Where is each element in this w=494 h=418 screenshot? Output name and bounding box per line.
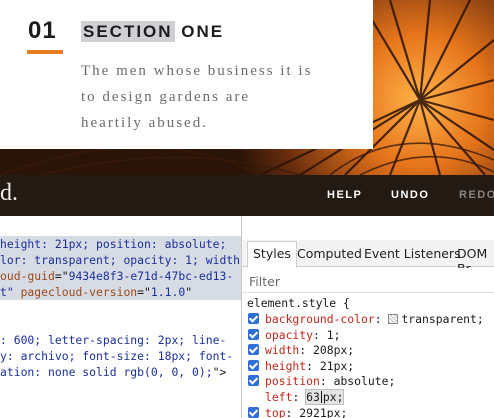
editor-toolbar: d. HELP UNDO REDO xyxy=(0,175,494,216)
dom-node-line[interactable] xyxy=(0,316,7,332)
code-token: ation: none solid rgb(0, 0, 0); xyxy=(0,365,213,379)
code-token: " xyxy=(185,285,193,299)
section-title-highlight[interactable]: SECTION xyxy=(81,21,175,42)
filter-input[interactable]: Filter xyxy=(249,274,280,289)
section-body-text[interactable]: The men whose business it is to design g… xyxy=(81,58,351,136)
property-name[interactable]: opacity xyxy=(265,328,313,342)
code-token: 1.1.0 xyxy=(150,285,186,299)
property-name[interactable]: width xyxy=(265,343,299,357)
dom-node-line[interactable]: ation: none solid rgb(0, 0, 0);"> xyxy=(0,364,226,380)
dom-node-line[interactable]: lor: transparent; opacity: 1; width: xyxy=(0,252,241,268)
code-token: oud-guid xyxy=(0,269,55,283)
style-property-row[interactable]: opacity: 1; xyxy=(248,328,340,343)
styles-filter[interactable]: Filter xyxy=(242,268,494,293)
body-line: to design gardens are xyxy=(81,89,251,105)
code-token: lor: transparent; opacity: 1; width: xyxy=(0,253,241,267)
property-checkbox[interactable] xyxy=(248,375,259,387)
code-token: =" xyxy=(54,269,69,283)
style-property-row[interactable]: width: 208px; xyxy=(248,343,354,358)
styles-pane: element.style { background-color: transp… xyxy=(242,294,494,418)
property-value[interactable]: 21px; xyxy=(320,359,354,373)
property-value[interactable]: 1; xyxy=(327,328,341,342)
code-token: pagecloud-version xyxy=(13,285,138,299)
body-line: heartily abused. xyxy=(81,115,208,131)
dom-node-line[interactable]: y: archivo; font-size: 18px; font- xyxy=(0,348,233,364)
sidebar-tab-strip: Styles Computed Event Listeners DOM Br xyxy=(242,240,494,276)
style-property-row[interactable]: background-color: transparent; xyxy=(248,312,484,327)
style-property-row[interactable]: top: 2921px; xyxy=(248,406,347,418)
property-colon: : xyxy=(319,374,334,389)
property-value-editor[interactable]: 63 px; xyxy=(305,389,345,405)
property-name[interactable]: top xyxy=(265,406,286,418)
property-value[interactable]: 208px; xyxy=(313,343,354,357)
rule-selector[interactable]: element.style { xyxy=(247,296,350,310)
property-value[interactable]: transparent; xyxy=(401,312,483,326)
property-checkbox[interactable] xyxy=(248,359,259,371)
color-swatch-icon[interactable] xyxy=(388,314,399,324)
tab-event-listeners[interactable]: Event Listeners xyxy=(364,246,461,261)
body-line: The men whose business it is xyxy=(81,63,313,79)
property-checkbox[interactable] xyxy=(248,344,259,356)
style-property-row[interactable]: height: 21px; xyxy=(248,359,354,374)
property-name[interactable]: background-color xyxy=(265,312,375,326)
dom-node-line[interactable]: height: 21px; position: absolute; xyxy=(0,236,226,252)
property-checkbox[interactable] xyxy=(248,313,259,324)
dom-node-line[interactable]: oud-guid="9434e8f3-e71d-47bc-ed13- xyxy=(0,268,233,284)
devtools-panel: height: 21px; position: absolute; lor: tr… xyxy=(0,216,494,418)
property-checkbox[interactable] xyxy=(248,328,259,340)
code-token: height: 21px; position: absolute; xyxy=(0,237,227,251)
section-number: 01 xyxy=(28,17,57,44)
property-colon: : xyxy=(313,327,327,342)
canvas-hero-image: 01 SECTION ONE The men whose business it… xyxy=(0,0,494,175)
code-token: "> xyxy=(212,365,227,379)
property-colon: : xyxy=(374,312,389,326)
dom-node-line[interactable]: : 600; letter-spacing: 2px; line- xyxy=(0,332,226,348)
redo-button[interactable]: REDO xyxy=(459,189,494,201)
property-name[interactable]: left xyxy=(265,390,292,404)
text-cursor-icon xyxy=(320,391,322,403)
code-token: : 600; letter-spacing: 2px; line- xyxy=(0,333,227,347)
dom-node-line[interactable]: t" pagecloud-version="1.1.0" xyxy=(0,284,192,300)
section-title-rest[interactable]: ONE xyxy=(175,22,225,41)
tab-computed[interactable]: Computed xyxy=(297,246,362,261)
style-property-row[interactable]: left: 63 px; xyxy=(248,389,345,405)
code-token: =" xyxy=(137,285,151,299)
section-title[interactable]: SECTION ONE xyxy=(81,21,225,42)
logo: d. xyxy=(0,180,18,206)
style-property-row[interactable]: position: absolute; xyxy=(248,374,395,389)
property-colon: : xyxy=(306,358,320,373)
property-colon: : xyxy=(292,390,307,404)
property-name[interactable]: position xyxy=(265,374,320,388)
help-button[interactable]: HELP xyxy=(327,189,362,201)
value-text-before-caret: 63 xyxy=(306,390,320,404)
code-token: t" xyxy=(0,285,14,299)
code-token: 9434e8f3-e71d-47bc-ed13- xyxy=(68,269,234,283)
property-checkbox[interactable] xyxy=(248,406,259,418)
property-value[interactable]: 2921px; xyxy=(299,406,347,418)
dom-node-line[interactable] xyxy=(0,300,7,316)
undo-button[interactable]: UNDO xyxy=(391,189,429,201)
value-text-after-caret: px; xyxy=(322,390,344,404)
property-name[interactable]: height xyxy=(265,359,306,373)
section-number-underline xyxy=(27,50,63,54)
section-card: 01 SECTION ONE The men whose business it… xyxy=(0,0,373,149)
code-token: y: archivo; font-size: 18px; font- xyxy=(0,349,234,363)
property-colon: : xyxy=(285,405,300,418)
tab-styles[interactable]: Styles xyxy=(247,241,297,268)
property-value[interactable]: absolute; xyxy=(334,374,396,388)
elements-tree[interactable]: height: 21px; position: absolute; lor: tr… xyxy=(0,236,241,418)
property-colon: : xyxy=(299,343,314,358)
